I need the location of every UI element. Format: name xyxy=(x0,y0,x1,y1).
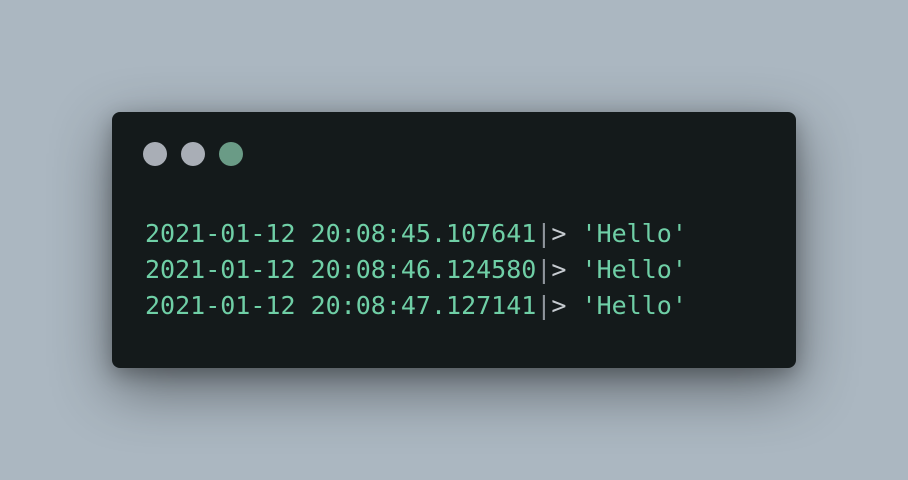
terminal-output: 2021-01-12 20:08:45.107641|> 'Hello' 2021… xyxy=(145,216,687,324)
output-line: 2021-01-12 20:08:47.127141|> 'Hello' xyxy=(145,288,687,324)
terminal-window: 2021-01-12 20:08:45.107641|> 'Hello' 2021… xyxy=(112,112,796,368)
output-separator: | xyxy=(536,291,552,320)
output-timestamp: 2021-01-12 20:08:47.127141 xyxy=(145,291,537,320)
output-separator: | xyxy=(536,219,552,248)
close-window-icon[interactable] xyxy=(143,142,167,166)
output-separator: | xyxy=(536,255,552,284)
output-timestamp: 2021-01-12 20:08:46.124580 xyxy=(145,255,537,284)
output-timestamp: 2021-01-12 20:08:45.107641 xyxy=(145,219,537,248)
output-value: 'Hello' xyxy=(581,219,687,248)
output-prompt: > xyxy=(551,219,567,248)
output-prompt: > xyxy=(551,255,567,284)
window-controls xyxy=(143,142,243,166)
output-line: 2021-01-12 20:08:46.124580|> 'Hello' xyxy=(145,252,687,288)
output-value: 'Hello' xyxy=(581,291,687,320)
output-prompt: > xyxy=(551,291,567,320)
output-line: 2021-01-12 20:08:45.107641|> 'Hello' xyxy=(145,216,687,252)
minimize-window-icon[interactable] xyxy=(181,142,205,166)
output-value: 'Hello' xyxy=(581,255,687,284)
maximize-window-icon[interactable] xyxy=(219,142,243,166)
